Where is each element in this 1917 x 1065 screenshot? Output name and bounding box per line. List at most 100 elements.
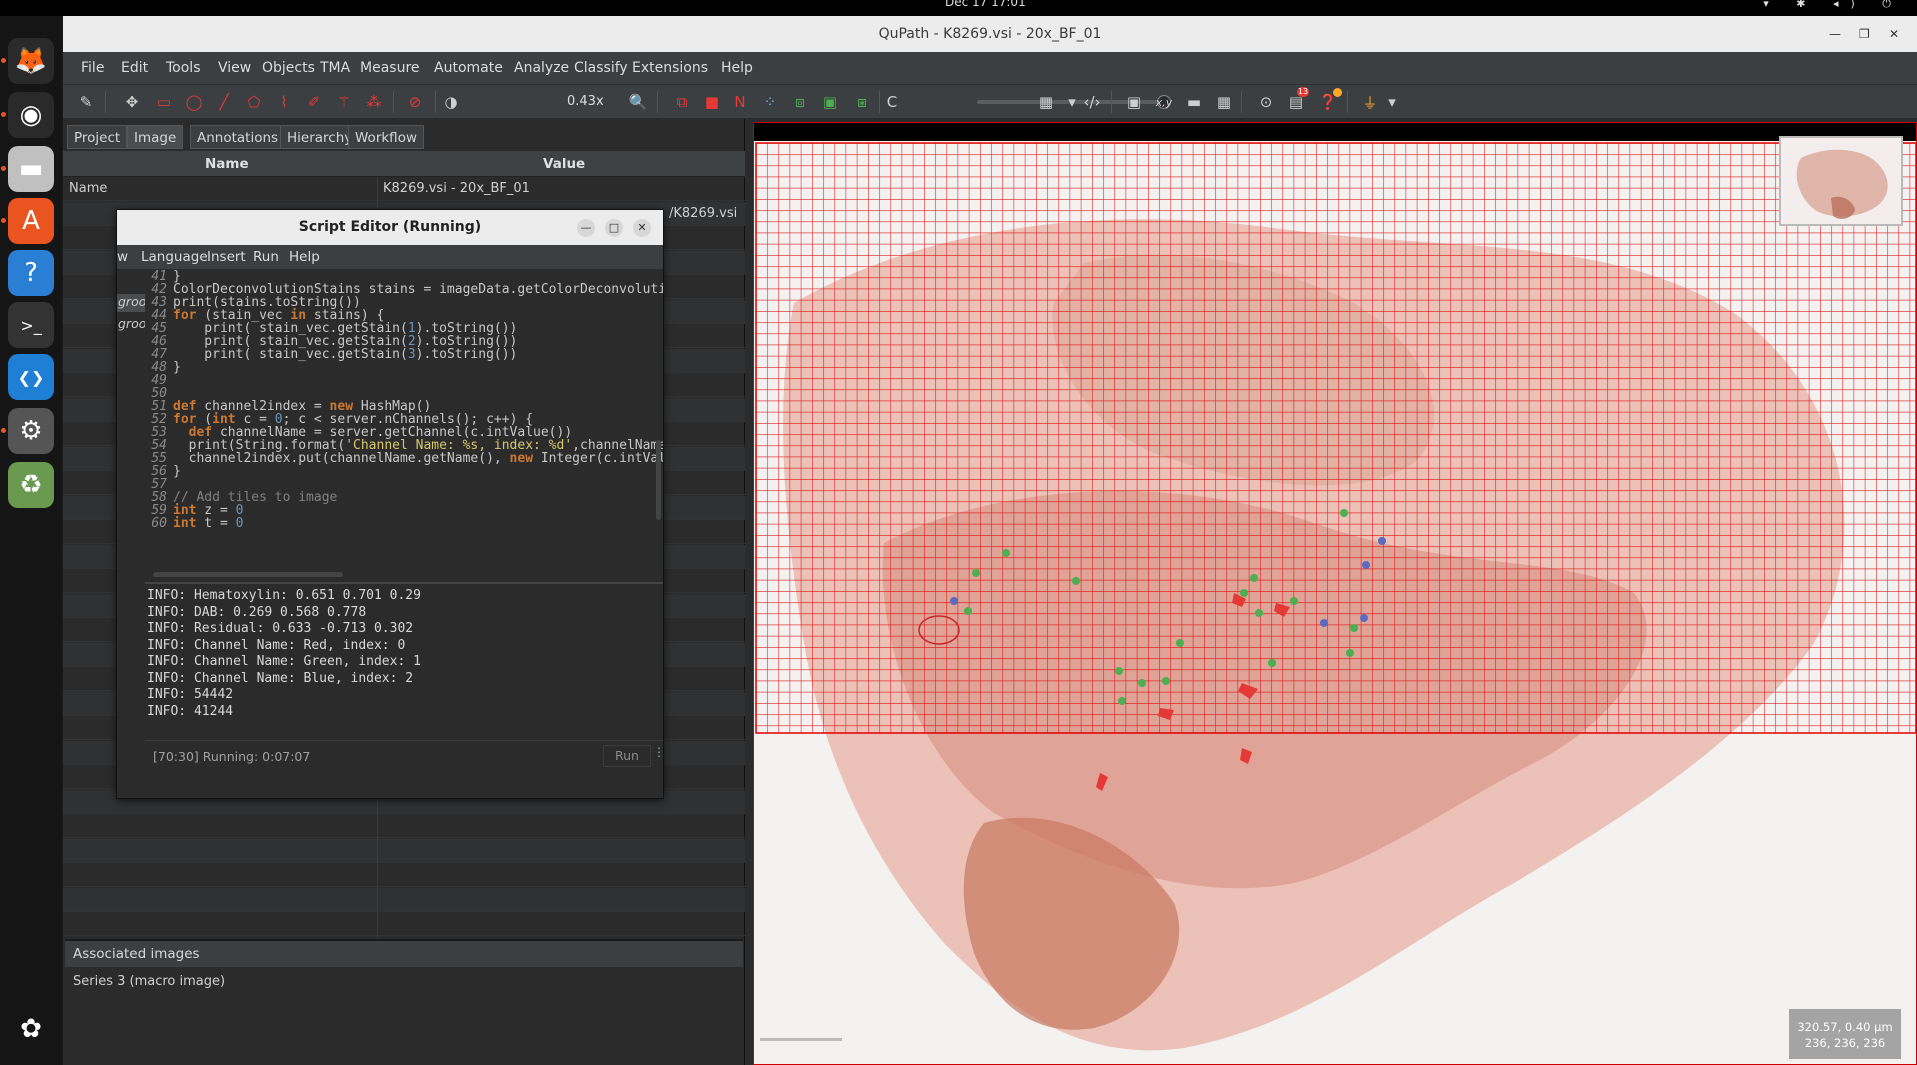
tab-workflow[interactable]: Workflow — [348, 125, 424, 149]
system-clock[interactable]: Dec 17 17:01 — [945, 0, 1026, 9]
code-vertical-scrollbar[interactable] — [655, 270, 663, 570]
system-tray[interactable]: ▾ ✱ ◂) ⏻ — [1763, 0, 1903, 11]
script-list-item[interactable]: groo — [117, 294, 145, 312]
associated-image-item[interactable]: Series 3 (macro image) — [73, 974, 225, 989]
settings-icon[interactable]: ⚙ — [8, 408, 54, 454]
menu-tma[interactable]: TMA — [320, 60, 350, 76]
code-horizontal-scrollbar[interactable] — [145, 570, 663, 580]
script-minimize-icon[interactable]: — — [577, 219, 595, 237]
menu-extensions[interactable]: Extensions — [632, 60, 708, 76]
property-row[interactable] — [63, 863, 745, 887]
dropdown-chevron-icon[interactable]: ▾ — [1381, 91, 1403, 113]
property-row[interactable] — [63, 887, 745, 912]
grid-icon[interactable]: ▦ — [1213, 91, 1235, 113]
window-titlebar[interactable]: QuPath - K8269.vsi - 20x_BF_01 — ❐ ✕ — [63, 16, 1917, 52]
tab-image[interactable]: Image — [127, 125, 184, 149]
files-icon[interactable]: ▬ — [8, 146, 54, 192]
menu-help[interactable]: Help — [721, 60, 753, 76]
brightness-contrast-icon[interactable]: ◑ — [440, 91, 462, 113]
pixel-classification-toggle[interactable]: C — [881, 91, 903, 113]
fill-annotations-icon[interactable]: ■ — [701, 91, 723, 113]
tab-annotations[interactable]: Annotations — [190, 125, 286, 149]
script-close-icon[interactable]: ✕ — [633, 219, 651, 237]
firefox-icon[interactable]: 🦊 — [8, 38, 54, 84]
show-detections-icon[interactable]: ⧈ — [789, 91, 811, 113]
minimize-icon[interactable]: — — [1829, 16, 1841, 52]
menu-objects[interactable]: Objects — [262, 60, 315, 76]
code-line[interactable]: 56} — [145, 465, 663, 478]
property-row[interactable]: Name K8269.vsi - 20x_BF_01 — [63, 177, 745, 201]
menu-analyze[interactable]: Analyze — [514, 60, 569, 76]
line-tool-icon[interactable]: ╱ — [213, 91, 235, 113]
code-line[interactable]: 55 channel2index.put(channelName.getName… — [145, 452, 663, 465]
show-tma-grid-icon[interactable]: ⁘ — [759, 91, 781, 113]
show-annotations-icon[interactable]: ⧉ — [671, 91, 693, 113]
vscode-icon[interactable]: ❮❯ — [8, 354, 54, 400]
code-line[interactable]: 47 print( stain_vec.getStain(3).toString… — [145, 348, 663, 361]
menu-view[interactable]: View — [218, 60, 251, 76]
selection-mode-icon[interactable]: ⊘ — [404, 91, 426, 113]
property-row[interactable] — [63, 838, 745, 863]
dropdown-chevron-icon[interactable]: ▾ — [1061, 91, 1083, 113]
script-menu-insert[interactable]: Insert — [207, 249, 246, 265]
measurement-table-icon[interactable]: ▦ — [1035, 91, 1057, 113]
rectangle-tool-icon[interactable]: ▭ — [153, 91, 175, 113]
show-names-icon[interactable]: N — [729, 91, 751, 113]
value-column-header[interactable]: Value — [543, 156, 585, 172]
script-editor-icon[interactable]: ‹/› — [1081, 91, 1103, 113]
preferences-icon[interactable]: ⊙ — [1255, 91, 1277, 113]
menu-automate[interactable]: Automate — [434, 60, 503, 76]
run-button[interactable]: Run — [603, 745, 651, 767]
terminal-icon[interactable]: >_ — [8, 302, 54, 348]
more-options-icon[interactable]: ⋮ — [653, 745, 665, 767]
script-list-item[interactable]: groo — [117, 316, 145, 334]
script-menu-language[interactable]: Language — [141, 249, 208, 265]
polyline-tool-icon[interactable]: ⌇ — [273, 91, 295, 113]
polygon-tool-icon[interactable]: ⬠ — [243, 91, 265, 113]
extensions-icon[interactable]: ⏚ — [1359, 91, 1381, 113]
move-tool-icon[interactable]: ✎ — [75, 91, 97, 113]
property-row[interactable] — [63, 814, 745, 838]
chrome-icon[interactable]: ◉ — [8, 92, 54, 138]
menu-measure[interactable]: Measure — [360, 60, 420, 76]
menu-classify[interactable]: Classify — [574, 60, 628, 76]
menu-edit[interactable]: Edit — [121, 60, 148, 76]
maximize-icon[interactable]: ❐ — [1859, 16, 1870, 52]
points-tool-icon[interactable]: ⁂ — [363, 91, 385, 113]
slide-overview-thumbnail[interactable] — [1779, 136, 1903, 226]
wand-tool-icon[interactable]: ⚚ — [333, 91, 355, 113]
menu-tools[interactable]: Tools — [166, 60, 201, 76]
tab-project[interactable]: Project — [67, 125, 128, 149]
show-apps-icon[interactable]: ✿ — [8, 1006, 54, 1052]
help-icon[interactable]: ? — [8, 250, 54, 296]
code-line[interactable]: 49 — [145, 374, 663, 387]
software-center-icon[interactable]: A — [8, 198, 54, 244]
pan-tool-icon[interactable]: ✥ — [121, 91, 143, 113]
overview-icon[interactable]: ▣ — [1123, 91, 1145, 113]
show-connections-icon[interactable]: ⧆ — [851, 91, 873, 113]
zoom-to-fit-icon[interactable]: 🔍 — [627, 91, 649, 113]
script-maximize-icon[interactable]: □ — [605, 219, 623, 237]
fill-detections-icon[interactable]: ▣ — [819, 91, 841, 113]
code-line[interactable]: 60 int t = 0 — [145, 517, 663, 530]
cursor-location-icon[interactable]: x,y — [1153, 91, 1175, 113]
property-row[interactable] — [63, 912, 745, 936]
scrollbar-thumb[interactable] — [153, 572, 343, 577]
name-column-header[interactable]: Name — [205, 156, 249, 172]
trash-icon[interactable]: ♻ — [8, 462, 54, 508]
slide-image[interactable] — [754, 123, 1916, 1064]
close-icon[interactable]: ✕ — [1889, 16, 1899, 52]
ellipse-tool-icon[interactable]: ◯ — [183, 91, 205, 113]
scrollbar-thumb[interactable] — [656, 440, 661, 520]
brush-tool-icon[interactable]: ✐ — [303, 91, 325, 113]
script-menu-help[interactable]: Help — [289, 249, 320, 265]
script-menu-w[interactable]: w — [117, 249, 128, 265]
menu-file[interactable]: File — [81, 60, 104, 76]
associated-images-header[interactable]: Associated images — [65, 941, 743, 967]
code-line[interactable]: 48} — [145, 361, 663, 374]
script-menu-run[interactable]: Run — [253, 249, 279, 265]
image-viewer[interactable]: 320.57, 0.40 µm 236, 236, 236 — [753, 122, 1917, 1065]
code-editor[interactable]: 41} 42 ColorDeconvolutionStains stains = i… — [145, 270, 663, 570]
scalebar-icon[interactable]: ▬ — [1183, 91, 1205, 113]
script-console-output[interactable]: INFO: Hematoxylin: 0.651 0.701 0.29 INFO:… — [145, 582, 663, 730]
